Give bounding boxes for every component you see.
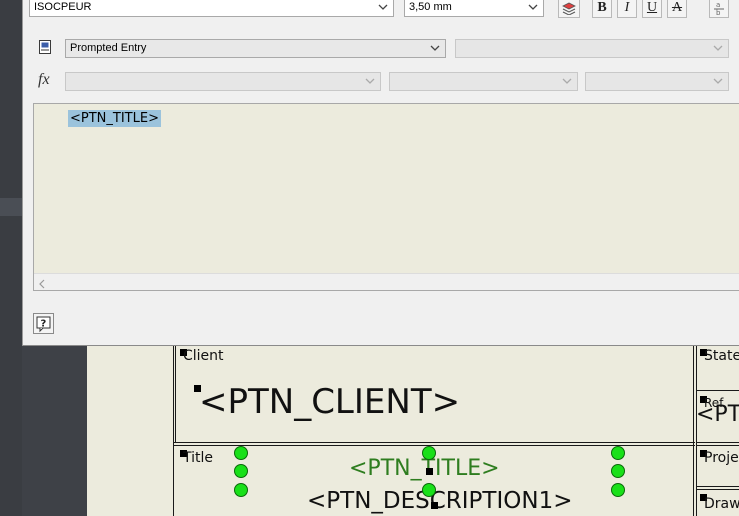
svg-text:?: ? — [41, 319, 47, 330]
grip-insert[interactable] — [426, 468, 433, 475]
chevron-down-icon — [430, 43, 440, 53]
grip-point[interactable] — [422, 483, 436, 497]
chevron-down-icon — [365, 76, 375, 86]
text-height-select[interactable]: 3,50 mm — [404, 0, 544, 17]
field-category-select[interactable]: Prompted Entry — [65, 39, 446, 58]
tb-line-r3 — [696, 445, 739, 446]
italic-button[interactable]: I — [617, 0, 637, 18]
help-button[interactable]: ? — [33, 313, 54, 334]
tb-line-r5 — [696, 489, 739, 490]
tb-line-left-inner — [175, 346, 176, 442]
description-value: <PTN_DESCRIPTION1> — [307, 488, 573, 514]
text-style-value: ISOCPEUR — [34, 1, 92, 13]
drawing-label: Draw — [704, 496, 739, 512]
layer-stack-button[interactable] — [558, 0, 580, 18]
tb-line-right2 — [696, 346, 697, 516]
grip-point[interactable] — [422, 446, 436, 460]
tb-line-right — [693, 346, 694, 516]
editor-selected-text[interactable]: <PTN_TITLE> — [68, 110, 161, 127]
scroll-left-icon[interactable] — [38, 276, 46, 294]
bold-button[interactable]: B — [592, 0, 612, 18]
grip-point[interactable] — [234, 446, 248, 460]
text-style-select[interactable]: ISOCPEUR — [29, 0, 394, 17]
drawing-canvas[interactable]: Client <PTN_CLIENT> Title <PTN_TITLE> <P… — [87, 346, 739, 516]
function-param1-select[interactable] — [389, 72, 578, 91]
chevron-down-icon — [562, 76, 572, 86]
project-label: Proje — [704, 450, 739, 466]
client-value: <PTN_CLIENT> — [199, 382, 461, 422]
side-panel-highlight — [0, 198, 22, 216]
field-category-value: Prompted Entry — [70, 42, 147, 54]
svg-text:b: b — [716, 9, 721, 16]
function-select[interactable] — [65, 72, 381, 91]
chevron-down-icon — [528, 2, 538, 12]
stack-fraction-button[interactable]: ab — [709, 0, 729, 18]
grip-point[interactable] — [611, 464, 625, 478]
grip-point[interactable] — [234, 464, 248, 478]
function-param2-select[interactable] — [585, 72, 729, 91]
grip-point[interactable] — [611, 446, 625, 460]
field-name-select[interactable] — [455, 39, 729, 58]
horizontal-scrollbar[interactable] — [34, 273, 739, 290]
fraction-icon: ab — [712, 1, 726, 20]
text-editor-dialog: ISOCPEUR 3,50 mm B I U A ab Prompted Ent… — [22, 0, 739, 346]
strikethrough-button[interactable]: A — [667, 0, 687, 18]
tb-line-r1 — [696, 390, 739, 391]
help-icon: ? — [34, 316, 53, 337]
text-editor-area[interactable]: <PTN_TITLE> — [33, 103, 739, 291]
svg-text:a: a — [716, 1, 720, 9]
chevron-down-icon — [378, 2, 388, 12]
grip-point[interactable] — [234, 483, 248, 497]
app-side-panel — [0, 0, 22, 516]
text-height-value: 3,50 mm — [409, 1, 452, 13]
tb-line-mid — [173, 442, 695, 443]
tb-line-r4 — [696, 486, 739, 487]
layer-stack-icon — [561, 2, 577, 19]
function-icon: fx — [38, 71, 50, 88]
chevron-down-icon — [713, 43, 723, 53]
workspace-margin — [22, 346, 87, 516]
state-label: State — [704, 348, 739, 364]
tb-line-left — [173, 346, 174, 516]
underline-button[interactable]: U — [642, 0, 662, 18]
field-icon — [39, 40, 51, 54]
title-value: <PTN_TITLE> — [349, 456, 500, 481]
chevron-down-icon — [713, 76, 723, 86]
tb-line-r2 — [696, 442, 739, 443]
title-label: Title — [183, 450, 214, 466]
grip-point[interactable] — [611, 483, 625, 497]
ref-value: <PT — [696, 402, 739, 427]
client-label: Client — [183, 348, 224, 364]
grip-insert[interactable] — [431, 502, 438, 509]
